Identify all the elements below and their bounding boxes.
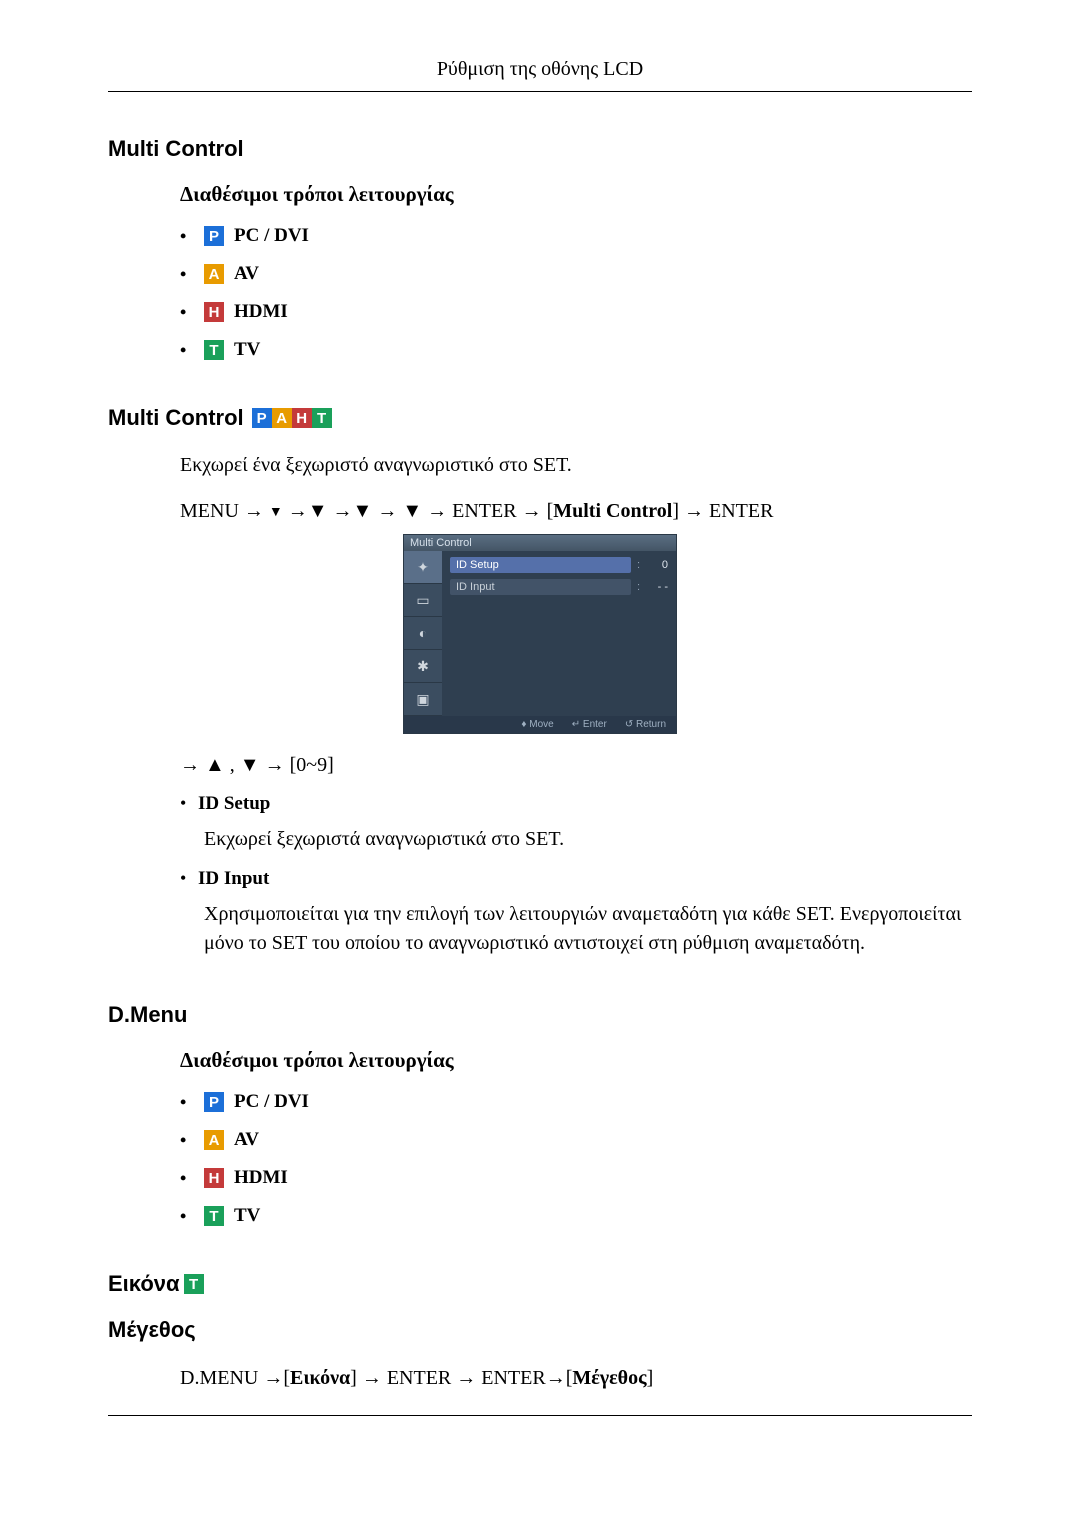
paht-icon-strip: P A H T	[252, 408, 332, 428]
mode-list-2: P PC / DVI A AV H HDMI T TV	[180, 1091, 972, 1227]
mode-label: TV	[234, 339, 260, 361]
a-icon: A	[204, 1130, 224, 1150]
p-icon: P	[204, 1092, 224, 1112]
osd-main: ID Setup : 0 ID Input : - -	[442, 551, 676, 716]
osd-side-item: ◐	[404, 617, 442, 650]
multi-control-sublist: ID Setup Εκχωρεί ξεχωριστά αναγνωριστικά…	[180, 793, 972, 958]
running-header: Ρύθμιση της οθόνης LCD	[108, 58, 972, 91]
h-icon: H	[292, 408, 312, 428]
mode-label: PC / DVI	[234, 225, 309, 247]
osd-footer-return: ↺ Return	[625, 719, 666, 730]
a-icon: A	[204, 264, 224, 284]
osd-field-label: ID Input	[450, 579, 631, 595]
mode-label: HDMI	[234, 301, 288, 323]
osd-sidebar: ✦ ▭ ◐ ✱ ▣	[404, 551, 442, 716]
osd-row-id-setup: ID Setup : 0	[450, 557, 668, 573]
section-dmenu: D.Menu	[108, 1002, 972, 1028]
section-title: Εικόνα	[108, 1271, 180, 1297]
mode-label: AV	[234, 1129, 259, 1151]
mode-label: AV	[234, 263, 259, 285]
down-arrow-icon: ▼	[269, 502, 283, 523]
menu-path-bold: Multi Control	[553, 500, 672, 522]
mode-hdmi: H HDMI	[180, 301, 972, 323]
osd-value: - -	[646, 581, 668, 593]
footer-rule	[108, 1415, 972, 1416]
sub-label: ID Input	[198, 868, 269, 889]
mode-hdmi: H HDMI	[180, 1167, 972, 1189]
menu-path-multi-control: MENU → ▼ →▼ →▼ → ▼ → ENTER → [Multi Cont…	[180, 496, 972, 526]
menu-path-pre: MENU →	[180, 500, 269, 522]
mode-tv: T TV	[180, 1205, 972, 1227]
header-rule	[108, 91, 972, 92]
osd-side-item: ✱	[404, 650, 442, 683]
multi-control-intro: Εκχωρεί ένα ξεχωριστό αναγνωριστικό στο …	[180, 451, 972, 480]
mode-pc-dvi: P PC / DVI	[180, 1091, 972, 1113]
osd-field-label: ID Setup	[450, 557, 631, 573]
h-icon: H	[204, 302, 224, 322]
arrow-range-line: → ▲ , ▼ → [0~9]	[180, 754, 972, 777]
menu-path-bold1: Εικόνα	[290, 1367, 350, 1389]
section-size: Μέγεθος	[108, 1317, 972, 1343]
osd-footer-move: ♦ Move	[521, 719, 553, 730]
p-icon: P	[252, 408, 272, 428]
t-icon: T	[204, 1206, 224, 1226]
available-modes-heading-2: Διαθέσιμοι τρόποι λειτουργίας	[180, 1048, 972, 1073]
section-picture: Εικόνα T	[108, 1271, 972, 1297]
osd-value: 0	[646, 559, 668, 571]
mode-label: HDMI	[234, 1167, 288, 1189]
osd-side-item: ✦	[404, 551, 442, 584]
osd-side-item: ▭	[404, 584, 442, 617]
osd-body: ✦ ▭ ◐ ✱ ▣ ID Setup : 0 ID Input : - -	[404, 551, 676, 716]
menu-path-picture-size: D.MENU →[Εικόνα] → ENTER → ENTER→[Μέγεθο…	[180, 1363, 972, 1393]
sub-id-input: ID Input Χρησιμοποιείται για την επιλογή…	[180, 868, 972, 958]
sub-label: ID Setup	[198, 793, 270, 814]
section-multi-control-1: Multi Control	[108, 136, 972, 162]
menu-path-bold2: Μέγεθος	[572, 1367, 646, 1389]
section-title: Multi Control	[108, 405, 244, 431]
sub-desc: Εκχωρεί ξεχωριστά αναγνωριστικά στο SET.	[204, 825, 972, 854]
a-icon: A	[272, 408, 292, 428]
menu-path-mid: ] → ENTER → ENTER→[	[350, 1367, 572, 1389]
osd-screenshot: Multi Control ✦ ▭ ◐ ✱ ▣ ID Setup : 0 ID …	[403, 534, 677, 734]
t-icon: T	[204, 340, 224, 360]
sub-desc: Χρησιμοποιείται για την επιλογή των λειτ…	[204, 900, 972, 958]
mode-av: A AV	[180, 1129, 972, 1151]
osd-row-id-input: ID Input : - -	[450, 579, 668, 595]
p-icon: P	[204, 226, 224, 246]
t-icon: T	[184, 1274, 204, 1294]
osd-title: Multi Control	[404, 535, 676, 551]
section-multi-control-2: Multi Control P A H T	[108, 405, 972, 431]
available-modes-heading: Διαθέσιμοι τρόποι λειτουργίας	[180, 182, 972, 207]
t-icon: T	[312, 408, 332, 428]
menu-path-post: ]	[647, 1367, 654, 1389]
mode-pc-dvi: P PC / DVI	[180, 225, 972, 247]
mode-list-1: P PC / DVI A AV H HDMI T TV	[180, 225, 972, 361]
mode-label: TV	[234, 1205, 260, 1227]
mode-av: A AV	[180, 263, 972, 285]
osd-sep: :	[637, 559, 640, 571]
mode-label: PC / DVI	[234, 1091, 309, 1113]
menu-path-mid: →▼ →▼ → ▼ → ENTER → [	[283, 500, 553, 522]
osd-footer-enter: ↵ Enter	[572, 719, 607, 730]
menu-path-pre: D.MENU →[	[180, 1367, 290, 1389]
osd-footer: ♦ Move ↵ Enter ↺ Return	[404, 716, 676, 733]
osd-sep: :	[637, 581, 640, 593]
menu-path-post: ] → ENTER	[672, 500, 773, 522]
sub-id-setup: ID Setup Εκχωρεί ξεχωριστά αναγνωριστικά…	[180, 793, 972, 854]
osd-side-item: ▣	[404, 683, 442, 716]
h-icon: H	[204, 1168, 224, 1188]
mode-tv: T TV	[180, 339, 972, 361]
